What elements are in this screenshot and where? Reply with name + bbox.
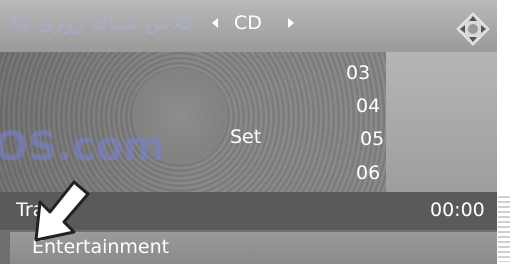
next-source-icon[interactable]: [288, 18, 294, 28]
track-item-06[interactable]: 06: [356, 162, 380, 184]
prev-source-icon[interactable]: [212, 18, 218, 28]
track-item-03[interactable]: 03: [346, 62, 370, 84]
watermark-persian: کلاس شبانه روزی ۸۵: [8, 10, 194, 34]
side-barcode: [498, 196, 510, 262]
tracks-side-panel: [386, 52, 497, 192]
set-label[interactable]: Set: [230, 126, 261, 148]
track-time: 00:00: [430, 199, 485, 221]
pointer-arrow-icon: [34, 180, 90, 242]
source-label[interactable]: CD: [234, 12, 262, 34]
track-item-05[interactable]: 05: [360, 128, 384, 150]
watermark-latin: OS.com: [0, 124, 165, 170]
controller-icon: [456, 12, 490, 46]
track-item-04[interactable]: 04: [356, 95, 380, 117]
